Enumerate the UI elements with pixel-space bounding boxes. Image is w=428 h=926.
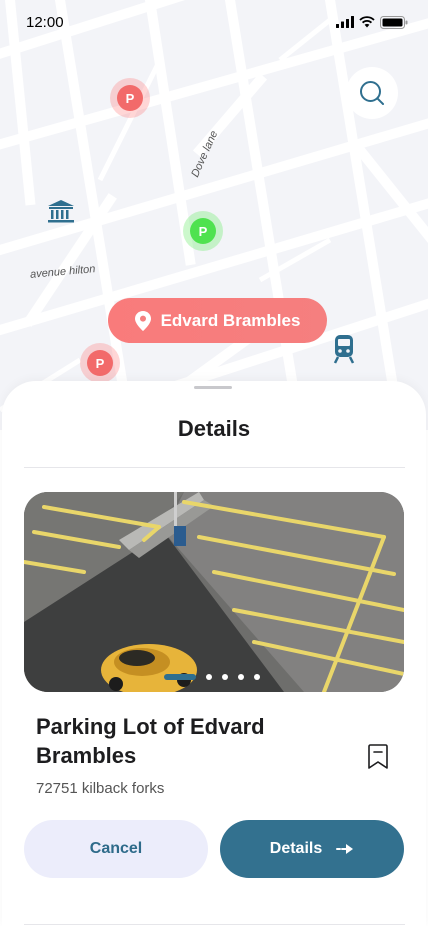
wifi-icon bbox=[359, 16, 375, 28]
parking-lot-name: Parking Lot of Edvard Brambles bbox=[36, 714, 265, 768]
parking-pin-label: P bbox=[117, 85, 143, 111]
parking-pin-label: P bbox=[87, 350, 113, 376]
sheet-drag-handle[interactable] bbox=[194, 386, 232, 389]
signal-bars-icon bbox=[336, 16, 354, 28]
status-icons bbox=[336, 15, 408, 29]
bookmark-icon[interactable] bbox=[366, 744, 390, 770]
carousel-dot-active[interactable] bbox=[164, 674, 196, 680]
parking-lot-image bbox=[24, 492, 404, 692]
battery-icon bbox=[380, 15, 408, 29]
carousel-dot[interactable] bbox=[238, 674, 244, 680]
bank-icon[interactable] bbox=[47, 199, 75, 223]
parking-pin-available[interactable]: P bbox=[183, 211, 223, 251]
title-divider bbox=[24, 467, 405, 468]
carousel-dot[interactable] bbox=[254, 674, 260, 680]
details-button[interactable]: Details bbox=[220, 820, 404, 878]
parking-pin-unavailable[interactable]: P bbox=[110, 78, 150, 118]
sheet-title: Details bbox=[177, 416, 251, 441]
parking-pin-unavailable[interactable]: P bbox=[80, 343, 120, 383]
arrow-right-icon bbox=[336, 844, 354, 854]
carousel-dot[interactable] bbox=[206, 674, 212, 680]
location-pin-icon bbox=[134, 310, 151, 331]
details-button-label: Details bbox=[269, 840, 323, 857]
carousel-indicator bbox=[164, 674, 260, 680]
parking-lot-address: 72751 kilback forks bbox=[36, 780, 165, 797]
map-search-button[interactable] bbox=[346, 67, 398, 119]
selected-location-label: Edvard Brambles bbox=[160, 310, 301, 330]
cancel-button[interactable]: Cancel bbox=[24, 820, 208, 878]
bottom-divider bbox=[24, 924, 405, 925]
carousel-dot[interactable] bbox=[222, 674, 228, 680]
status-time: 12:00 bbox=[26, 13, 64, 31]
parking-photo[interactable] bbox=[24, 492, 404, 692]
map-view[interactable]: P P P Dove lane avenue hilton Edvard Bra… bbox=[0, 0, 428, 430]
search-icon bbox=[360, 81, 384, 105]
status-bar: 12:00 bbox=[0, 0, 428, 44]
selected-location-pill[interactable]: Edvard Brambles bbox=[108, 298, 327, 343]
train-icon[interactable] bbox=[333, 334, 355, 364]
cancel-button-label: Cancel bbox=[89, 840, 143, 857]
parking-pin-label: P bbox=[190, 218, 216, 244]
